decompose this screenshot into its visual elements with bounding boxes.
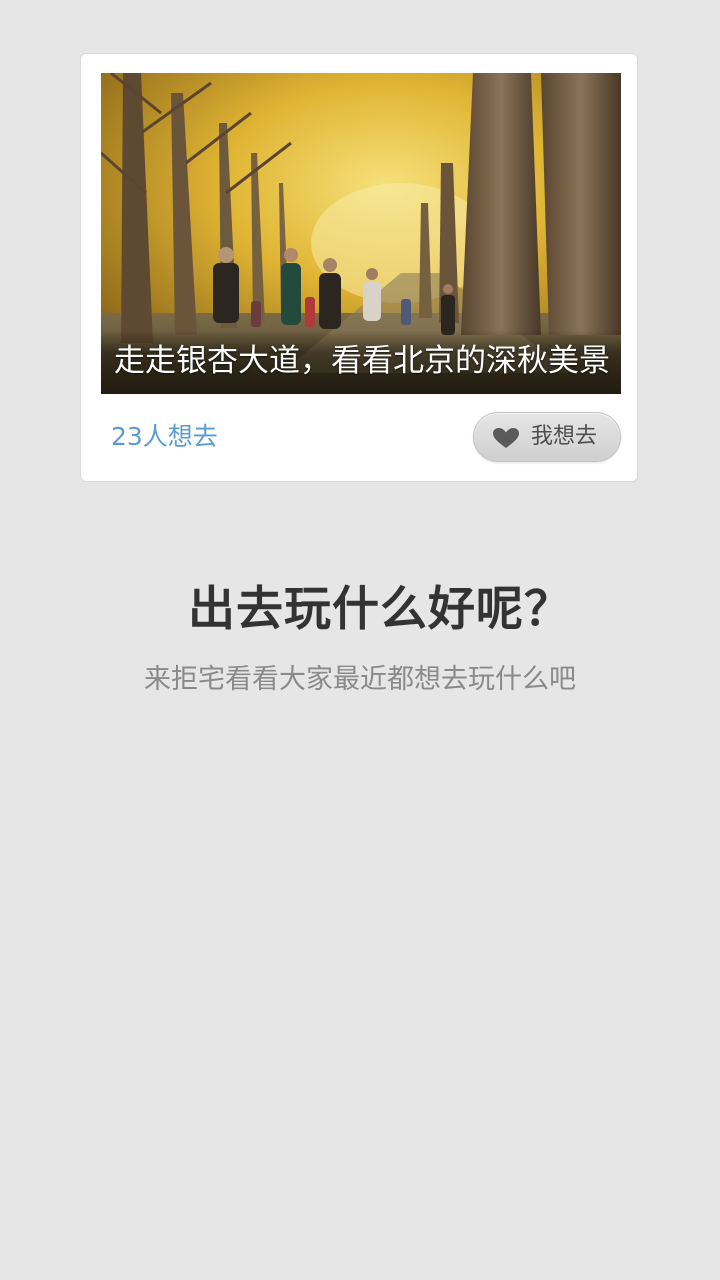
want-count: 23人想去	[111, 422, 218, 451]
empty-state-subtitle: 来拒宅看看大家最近都想去玩什么吧	[144, 664, 576, 695]
heart-icon	[493, 428, 519, 448]
want-to-go-button[interactable]: 我想去	[473, 412, 621, 462]
activity-card[interactable]: 走走银杏大道，看看北京的深秋美景 23人想去 我想去	[80, 53, 638, 482]
empty-state-title: 出去玩什么好呢？	[188, 582, 572, 637]
want-to-go-label: 我想去	[531, 424, 598, 449]
ginkgo-avenue-photo[interactable]: 走走银杏大道，看看北京的深秋美景	[101, 73, 621, 394]
card-caption: 走走银杏大道，看看北京的深秋美景	[101, 330, 621, 394]
